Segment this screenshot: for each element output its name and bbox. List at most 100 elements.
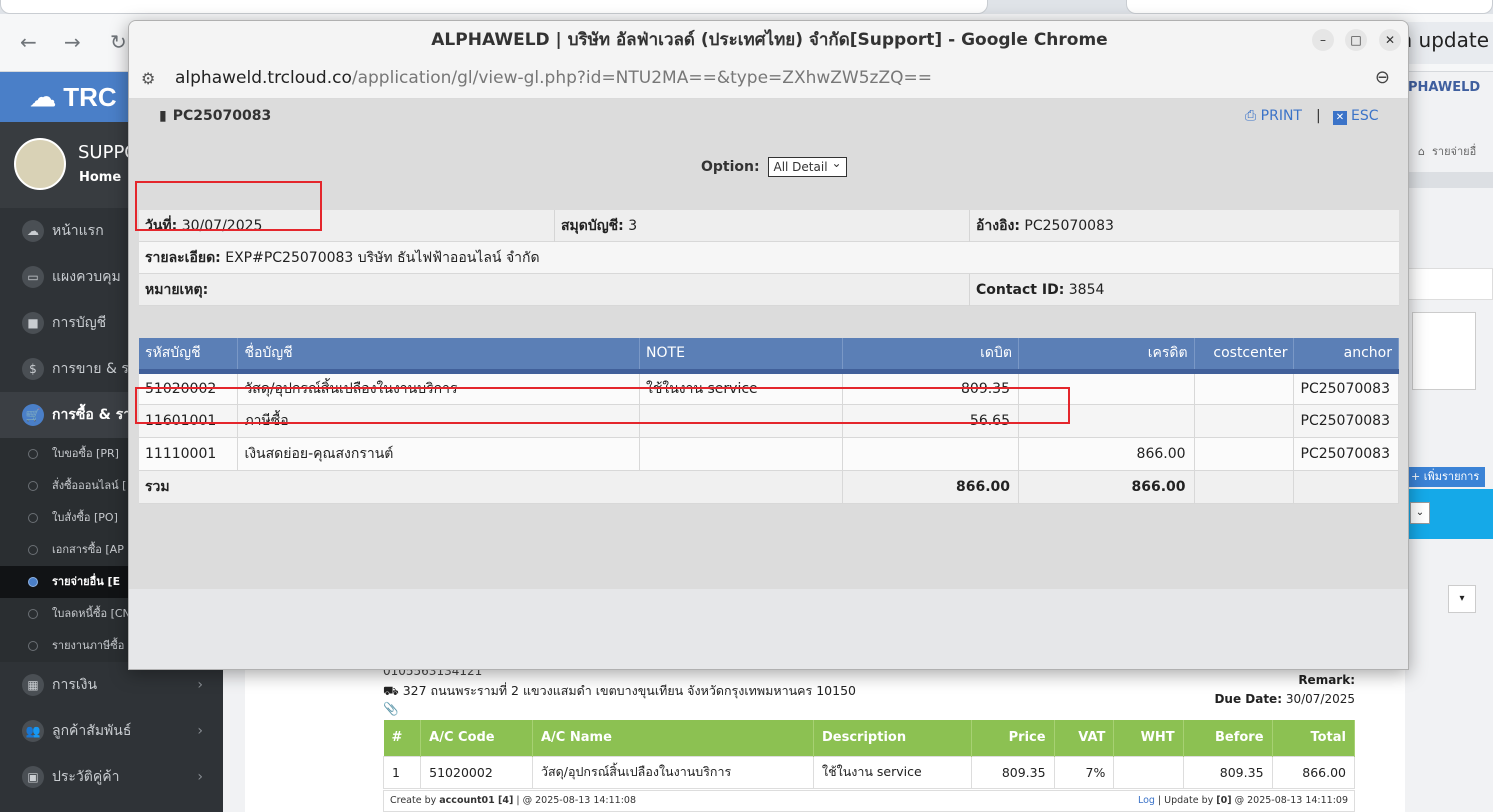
- paperclip-icon[interactable]: 📎: [383, 701, 399, 716]
- column-header[interactable]: VAT: [1054, 720, 1115, 756]
- address-bar[interactable]: ⚙ alphaweld.trcloud.co/application/gl/vi…: [129, 59, 1408, 99]
- column-header[interactable]: Before: [1183, 720, 1273, 756]
- sidebar-subitem-label: ใบขอซื้อ [PR]: [52, 447, 119, 460]
- gl-column-header: เดบิต: [842, 338, 1019, 374]
- home-link[interactable]: Home: [79, 170, 121, 185]
- sidebar-item-label: การขาย & ร: [52, 361, 129, 377]
- print-button[interactable]: ⎙ PRINT: [1245, 108, 1302, 124]
- calendar-icon: ▦: [22, 674, 44, 696]
- sidebar-subitem-label: เอกสารซื้อ [AP: [52, 543, 124, 556]
- background-tab[interactable]: [1126, 0, 1493, 14]
- gl-column-header: รหัสบัญชี: [139, 338, 239, 374]
- sidebar-item-label: แผงควบคุม: [52, 269, 121, 285]
- sidebar-item-label: ประวัติคู่ค้า: [52, 769, 120, 785]
- add-item-button[interactable]: + เพิ่มรายการ: [1405, 467, 1486, 487]
- background-tab[interactable]: [0, 0, 988, 14]
- table-header-row: # A/C Code A/C Name Description Price VAT WHT B…: [383, 720, 1356, 756]
- gl-cell: PC25070083: [1293, 371, 1399, 405]
- bullet-icon: [28, 609, 38, 619]
- separator: |: [1316, 108, 1321, 124]
- option-label: Option:: [701, 159, 760, 175]
- total-label: รวม: [139, 470, 844, 504]
- zoom-icon[interactable]: ⊖: [1375, 67, 1390, 88]
- gl-column-header: NOTE: [639, 338, 844, 374]
- minimize-icon[interactable]: –: [1312, 29, 1334, 51]
- row-select[interactable]: ⌄: [1410, 502, 1430, 524]
- table-cell: [1113, 755, 1184, 789]
- column-header[interactable]: WHT: [1113, 720, 1184, 756]
- company-header: PHAWELD: [1408, 80, 1481, 95]
- document-items-table: # A/C Code A/C Name Description Price VAT WHT B…: [382, 720, 1356, 789]
- gl-cell: ภาษีซื้อ: [237, 404, 641, 438]
- table-cell: ใช้ในงาน service: [812, 755, 973, 789]
- sidebar-item-label: การบัญชี: [52, 315, 107, 331]
- table-cell: 809.35: [1182, 755, 1273, 789]
- app-logo[interactable]: ☁ TRC: [30, 82, 117, 113]
- gl-cell: [1194, 404, 1295, 438]
- option-select[interactable]: All Detail: [768, 156, 847, 177]
- total-debit: 866.00: [842, 470, 1019, 504]
- cart-icon: 🛒: [22, 404, 44, 426]
- gl-total-row: รวม 866.00 866.00: [139, 470, 1399, 504]
- gl-header-row: รหัสบัญชี ชื่อบัญชี NOTE เดบิต เครดิต costcen…: [139, 338, 1399, 374]
- gl-row: 51020002 วัสดุ/อุปกรณ์สิ้นเปลืองในงานบริก…: [139, 371, 1399, 405]
- dropdown-button[interactable]: ▾: [1448, 585, 1476, 613]
- sidebar-item-label: ลูกค้าสัมพันธ์: [52, 723, 132, 739]
- gl-cell: 809.35: [842, 371, 1019, 405]
- close-box-icon: ✕: [1333, 111, 1347, 125]
- sidebar-item[interactable]: 👥 ลูกค้าสัมพันธ์ ›: [0, 708, 223, 754]
- info-panel: วันที่: 30/07/2025 สมุดบัญชี: 3 อ้างอิง:…: [139, 210, 1399, 306]
- table-cell: 51020002: [420, 755, 533, 789]
- reference-field: อ้างอิง: PC25070083: [976, 218, 1114, 234]
- column-header[interactable]: A/C Code: [420, 720, 533, 756]
- column-header[interactable]: Description: [813, 720, 973, 756]
- table-cell: 7%: [1053, 755, 1115, 789]
- forward-arrow-icon[interactable]: →: [64, 30, 81, 54]
- avatar[interactable]: [14, 138, 66, 190]
- gl-cell: 11601001: [139, 404, 239, 438]
- column-header[interactable]: #: [383, 720, 422, 756]
- gl-cell: PC25070083: [1293, 404, 1399, 438]
- bullet-icon: [28, 481, 38, 491]
- sidebar-subitem-label: สั่งซื้อออนไลน์ [: [52, 479, 127, 492]
- sidebar-subitem-label: ใบลดหนี้ซื้อ [CN: [52, 607, 131, 620]
- info-row: หมายเหตุ: Contact ID: 3854: [139, 274, 1399, 306]
- remark-textarea[interactable]: [1412, 312, 1476, 390]
- field-box[interactable]: [1408, 268, 1493, 300]
- table-cell: 809.35: [971, 755, 1055, 789]
- column-header[interactable]: A/C Name: [532, 720, 814, 756]
- back-arrow-icon[interactable]: ←: [20, 30, 37, 54]
- gl-cell: [639, 404, 844, 438]
- reload-icon[interactable]: ↻: [110, 30, 127, 54]
- gl-cell: [1194, 371, 1295, 405]
- table-row[interactable]: 1 51020002 วัสดุ/อุปกรณ์สิ้นเปลืองในงานบริ…: [382, 755, 1356, 789]
- detail-field: รายละเอียด: EXP#PC25070083 บริษัท ธันไฟฟ…: [145, 250, 540, 266]
- book-icon: ■: [22, 312, 44, 334]
- sidebar-item-label: หน้าแรก: [52, 223, 104, 239]
- remark-label: Remark:: [1298, 673, 1355, 687]
- note-field: หมายเหตุ:: [145, 282, 209, 298]
- chevron-right-icon: ›: [197, 723, 203, 739]
- gl-column-header: เครดิต: [1018, 338, 1195, 374]
- log-link[interactable]: Log: [1138, 795, 1155, 806]
- popup-body: ▮ PC25070083 ⎙ PRINT | ✕ ESC Option: All D…: [129, 99, 1408, 589]
- contact-field: Contact ID: 3854: [976, 282, 1105, 298]
- journal-field: สมุดบัญชี: 3: [561, 218, 638, 234]
- url-text[interactable]: alphaweld.trcloud.co/application/gl/view…: [175, 68, 932, 88]
- gl-cell: [1018, 404, 1195, 438]
- gl-column-header: ชื่อบัญชี: [237, 338, 641, 374]
- close-icon[interactable]: ✕: [1379, 29, 1401, 51]
- table-cell: 1: [382, 755, 422, 789]
- breadcrumb: ⌂ รายจ่ายอื่: [1418, 145, 1477, 158]
- site-settings-icon[interactable]: ⚙: [141, 69, 155, 88]
- chevron-right-icon: ›: [197, 769, 203, 785]
- gl-cell: 866.00: [1018, 437, 1195, 471]
- column-header[interactable]: Price: [971, 720, 1055, 756]
- esc-button[interactable]: ✕ ESC: [1333, 108, 1379, 125]
- gl-cell: [1293, 470, 1399, 504]
- maximize-icon[interactable]: □: [1345, 29, 1367, 51]
- bullet-icon: [28, 513, 38, 523]
- column-header[interactable]: Total: [1272, 720, 1356, 756]
- sidebar-item[interactable]: ▣ ประวัติคู่ค้า ›: [0, 754, 223, 800]
- option-row: Option: All Detail: [701, 156, 847, 177]
